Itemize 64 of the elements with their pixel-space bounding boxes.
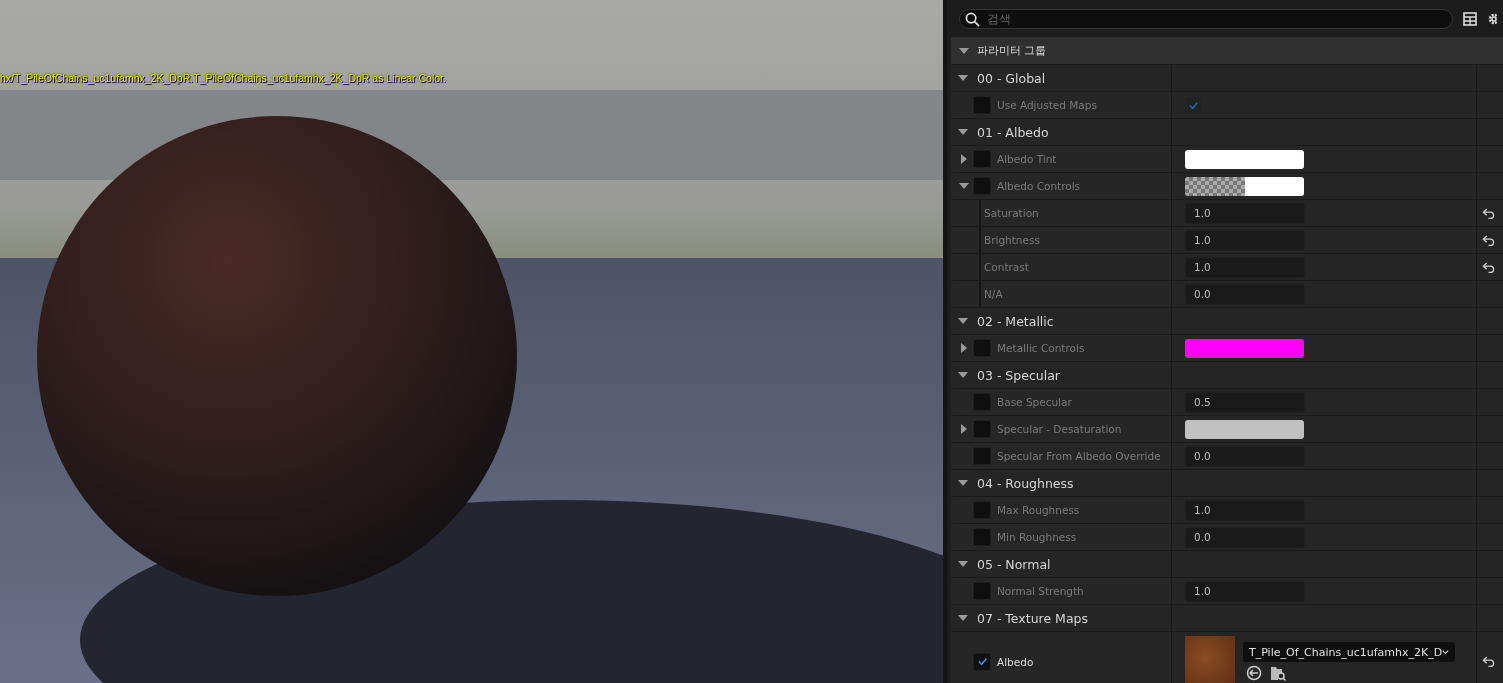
expanded-arrow-icon[interactable] (958, 559, 968, 569)
color-swatch[interactable] (1185, 176, 1304, 196)
number-field[interactable]: 1.0 (1185, 499, 1305, 521)
number-field[interactable]: 0.0 (1185, 283, 1305, 305)
expanded-arrow-icon[interactable] (958, 316, 968, 326)
parameter-name: Max Roughness (996, 504, 1080, 516)
number-field[interactable]: 1.0 (1185, 229, 1305, 251)
number-field[interactable]: 0.0 (1185, 445, 1305, 467)
number-field[interactable]: 1.0 (1185, 202, 1305, 224)
parameter-name: Albedo Tint (996, 153, 1057, 165)
expanded-arrow-icon[interactable] (958, 370, 968, 380)
parameter-name: Specular From Albedo Override (996, 450, 1161, 462)
checkmark-icon (1187, 99, 1199, 111)
expanded-arrow-icon[interactable] (958, 613, 968, 623)
texture-thumbnail (1185, 636, 1235, 683)
number-field[interactable]: 0.0 (1185, 526, 1305, 548)
arrow-circle-icon[interactable] (1246, 665, 1262, 681)
expanded-arrow-icon[interactable] (959, 45, 969, 56)
expanded-arrow-icon[interactable] (958, 127, 968, 137)
parameter-name: Specular - Desaturation (996, 423, 1122, 435)
group-title: 00 - Global (977, 70, 1046, 86)
group-title: 03 - Specular (977, 367, 1060, 383)
number-field[interactable]: 0.5 (1185, 391, 1305, 413)
parameter-name: Brightness (983, 234, 1040, 246)
parameter-name: N/A (983, 288, 1003, 300)
expanded-arrow-icon[interactable] (958, 478, 968, 488)
group-title: 07 - Texture Maps (977, 610, 1088, 626)
collapsed-arrow-icon[interactable] (959, 154, 969, 164)
parameter-name: Min Roughness (996, 531, 1077, 543)
parameter-name: Base Specular (996, 396, 1072, 408)
table-icon[interactable] (1463, 11, 1477, 26)
group-title: 05 - Normal (977, 556, 1051, 572)
parameter-name: Albedo (996, 655, 1034, 668)
parameter-name: Saturation (983, 207, 1039, 219)
reset-arrow-icon[interactable] (1481, 234, 1495, 246)
reset-arrow-icon[interactable] (1481, 261, 1495, 273)
search-field[interactable]: 검색 (959, 8, 1453, 29)
number-field[interactable]: 1.0 (1185, 580, 1305, 602)
expanded-arrow-icon[interactable] (959, 181, 969, 191)
settings-icon[interactable] (1487, 11, 1497, 26)
expanded-arrow-icon[interactable] (958, 73, 968, 83)
checkmark-icon (976, 656, 988, 667)
parameter-name: Normal Strength (996, 585, 1084, 597)
texture-dropdown[interactable]: T_Pile_Of_Chains_uc1ufamhx_2K_D (1243, 642, 1455, 662)
reset-arrow-icon[interactable] (1481, 207, 1495, 219)
section-header[interactable]: 파라미터 그룹 (951, 37, 1503, 65)
reset-arrow-icon[interactable] (1481, 656, 1495, 667)
checkbox[interactable] (973, 652, 991, 671)
parameter-name: Contrast (983, 261, 1029, 273)
collapsed-arrow-icon[interactable] (959, 343, 969, 353)
parameter-name: Metallic Controls (996, 342, 1085, 354)
color-swatch[interactable] (1185, 149, 1304, 169)
number-field[interactable]: 1.0 (1185, 256, 1305, 278)
group-title: 01 - Albedo (977, 124, 1049, 140)
folder-search-icon[interactable] (1270, 665, 1286, 681)
color-swatch[interactable] (1185, 338, 1304, 358)
parameter-name: Albedo Controls (996, 180, 1081, 192)
caret-icon (1442, 649, 1449, 655)
group-title: 04 - Roughness (977, 475, 1074, 491)
parameter-name: Use Adjusted Maps (996, 99, 1097, 111)
group-title: 02 - Metallic (977, 313, 1054, 329)
color-swatch[interactable] (1185, 419, 1304, 439)
warning-message: hx/T_PileOfChains_uc1ufamhx_2K_DpR.T_PileOfChains_uc1ufamhx_2K_DpR as Linear Color. (0, 72, 446, 84)
collapsed-arrow-icon[interactable] (959, 424, 969, 434)
